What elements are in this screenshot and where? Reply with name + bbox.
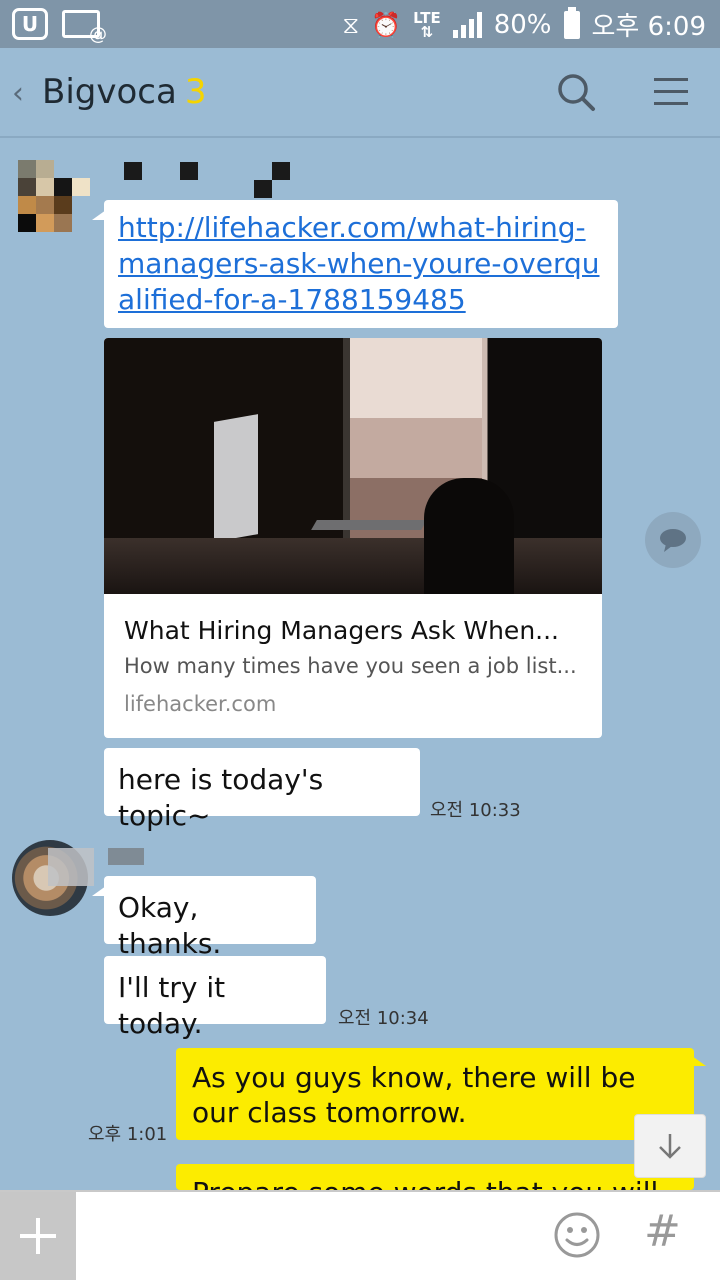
attach-button[interactable] [0,1192,76,1280]
emoji-icon[interactable] [552,1210,602,1260]
message-bubble[interactable]: here is today's topic~ [104,748,420,832]
preview-image [104,338,602,594]
member-count: 3 [184,72,207,112]
plus-icon [20,1218,56,1254]
clock: 오후 6:09 [591,12,707,42]
message-text: Prepare some words that you will [192,1176,658,1190]
chat-title[interactable]: Bigvoca 3 [42,72,206,112]
message-bubble[interactable]: Okay, thanks. [92,876,316,960]
uplus-icon: U [12,8,48,40]
lte-label: LTE ⇅ [413,8,441,41]
chevron-left-icon[interactable]: ‹ [12,76,24,111]
arrow-down-icon [659,1134,681,1159]
avatar-blur [48,848,94,886]
preview-description: How many times have you seen a job list.… [124,654,577,678]
message-time: 오전 10:33 [430,800,521,821]
share-icon[interactable] [645,512,701,568]
battery-icon [563,6,580,39]
hashtag-search-button[interactable]: # [644,1206,681,1257]
sender-name-blurred [124,160,294,198]
room-name: Bigvoca [42,72,177,112]
preview-title: What Hiring Managers Ask When... [124,616,559,645]
my-message-bubble[interactable]: As you guys know, there will be our clas… [176,1048,706,1140]
vibrate-icon: ⧖ [342,10,360,39]
search-icon[interactable] [556,72,596,112]
message-time: 오전 10:34 [338,1008,429,1029]
input-bar: # [0,1192,720,1280]
mail-icon [62,10,107,45]
link-preview-card[interactable]: What Hiring Managers Ask When... How man… [104,338,602,738]
battery-percent: 80% [493,9,552,40]
sender-name-blurred [108,848,144,865]
link-message[interactable]: http://lifehacker.com/what-hiring-manage… [92,200,618,328]
message-text: I'll try it today. [118,971,226,1040]
status-bar: U ⧖ ⏰ LTE⇅ 80% 오후 6:09 [0,0,720,48]
signal-icon [452,11,482,38]
message-input[interactable] [90,1206,530,1266]
shared-link[interactable]: http://lifehacker.com/what-hiring-manage… [118,211,600,316]
my-message-bubble[interactable]: Prepare some words that you will [176,1164,694,1190]
preview-domain: lifehacker.com [124,692,277,716]
message-text: As you guys know, there will be our clas… [192,1061,636,1129]
alarm-icon: ⏰ [371,10,402,39]
message-text: Okay, thanks. [118,891,222,960]
chat-header: ‹ Bigvoca 3 [0,48,720,138]
hamburger-menu-icon[interactable] [652,76,690,108]
message-time: 오후 1:01 [88,1124,168,1145]
message-text: here is today's topic~ [118,763,324,832]
scroll-to-bottom-button[interactable] [634,1114,706,1178]
message-bubble[interactable]: I'll try it today. [104,956,326,1040]
avatar[interactable] [18,160,90,232]
